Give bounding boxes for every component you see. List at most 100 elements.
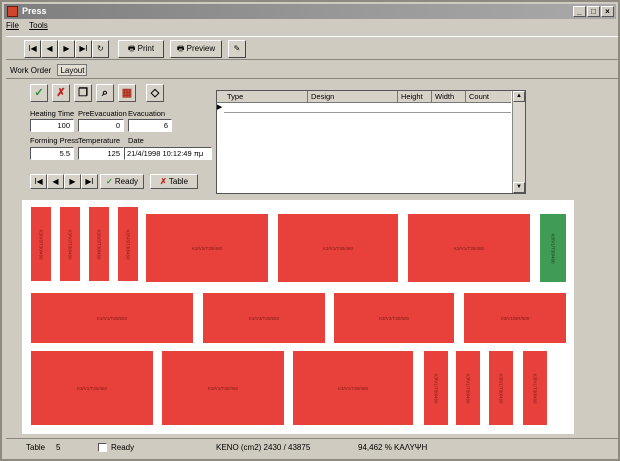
col-type[interactable]: Type xyxy=(224,91,308,102)
nested-part[interactable]: K3/V1/T30/460 xyxy=(278,214,398,282)
nested-part[interactable]: K3/V1/BR/500 xyxy=(464,293,566,343)
first-record-button[interactable]: I◀ xyxy=(24,40,41,58)
grid-scrollbar[interactable]: ▲ ▼ xyxy=(512,91,525,193)
part-label: K3/V1/T30/460 xyxy=(207,385,239,391)
copy-icon[interactable]: ❐ xyxy=(74,84,92,102)
nested-part[interactable]: K3/V1/T30/460 xyxy=(162,351,284,425)
part-label: K3/V3/T30/460 xyxy=(96,228,102,260)
menu-tools[interactable]: Tools xyxy=(29,21,48,30)
last-record-button[interactable]: ▶I xyxy=(75,40,92,58)
printer-icon: 🖶 xyxy=(127,44,138,53)
tab-layout[interactable]: Layout xyxy=(57,64,88,76)
ready-checkbox[interactable] xyxy=(98,443,107,452)
ready-button[interactable]: ✓ Ready xyxy=(100,174,144,189)
ready-button-label: Ready xyxy=(114,177,139,186)
window-title: Press xyxy=(22,6,47,16)
maximize-button[interactable]: □ xyxy=(587,6,600,17)
wrench-icon: ✎ xyxy=(233,44,241,53)
evacuation-field[interactable]: 6 xyxy=(128,119,172,132)
scroll-up-icon[interactable]: ▲ xyxy=(513,91,525,102)
forming-press-label: Forming Press xyxy=(30,136,79,145)
nested-part[interactable]: K3/V3/T30/460 xyxy=(118,207,138,281)
col-design[interactable]: Design xyxy=(308,91,398,102)
col-height[interactable]: Height xyxy=(398,91,432,102)
nested-part[interactable]: K3/V2/T30/460 xyxy=(60,207,80,281)
table-first-button[interactable]: I◀ xyxy=(30,174,47,189)
evacuation-label: Evacuation xyxy=(128,109,166,118)
tab-work-order[interactable]: Work Order xyxy=(8,65,53,77)
row-indicator-icon: ▶ xyxy=(217,104,223,111)
table-button-label: Table xyxy=(168,177,189,186)
toolbar: I◀ ◀ ▶ ▶I ↻ 🖶 Print 🖶 Preview ✎ xyxy=(6,36,618,60)
heating-time-field[interactable]: 100 xyxy=(30,119,74,132)
menu-file[interactable]: File xyxy=(6,21,19,30)
refresh-button[interactable]: ↻ xyxy=(92,40,109,58)
temperature-field[interactable]: 125 xyxy=(78,147,124,160)
part-label: K3/V1/T30/460 xyxy=(337,385,369,391)
next-record-button[interactable]: ▶ xyxy=(58,40,75,58)
app-window: Press _ □ × File Tools I◀ ◀ ▶ ▶I ↻ 🖶 Pri… xyxy=(0,0,620,461)
selected-part[interactable]: K3/V1/T30/460 xyxy=(540,214,566,282)
nested-part[interactable]: K3/V1/T30/460 xyxy=(31,351,153,425)
grid-header: Type Design Height Width Count xyxy=(217,91,513,103)
app-icon xyxy=(7,6,18,17)
nested-part[interactable]: K3/V3/T30/500 xyxy=(203,293,325,343)
date-label: Date xyxy=(128,136,144,145)
table-prev-button[interactable]: ◀ xyxy=(47,174,64,189)
heating-time-label: Heating Time xyxy=(30,109,75,118)
nested-part[interactable]: K3/V1/T30/460 xyxy=(489,351,513,425)
table-button[interactable]: ✗ Table xyxy=(150,174,198,189)
preview-button[interactable]: 🖶 Preview xyxy=(170,40,222,58)
part-label: K3/V1/T30/460 xyxy=(465,372,471,404)
check-icon: ✓ xyxy=(105,177,115,186)
nested-part[interactable]: K3/V3/T30/460 xyxy=(89,207,109,281)
part-label: K3/V3/T30/460 xyxy=(125,228,131,260)
tab-bar: Work Order Layout xyxy=(8,64,89,77)
title-bar[interactable]: Press _ □ × xyxy=(4,4,616,19)
ready-checkbox-label: Ready xyxy=(111,443,135,452)
scroll-down-icon[interactable]: ▼ xyxy=(513,182,525,193)
nested-part[interactable]: K3/V1/T30/460 xyxy=(408,214,530,282)
nested-part[interactable]: K3/V2/T30/500 xyxy=(334,293,454,343)
part-label: K3/V1/T30/460 xyxy=(532,372,538,404)
x-icon: ✗ xyxy=(159,177,169,186)
nesting-layout[interactable]: K3/V3/T30/460 K3/V2/T30/460 K3/V3/T30/460 K… xyxy=(22,200,574,434)
part-label: K3/V1/T30/460 xyxy=(498,372,504,404)
accept-icon[interactable]: ✓ xyxy=(30,84,48,102)
print-button[interactable]: 🖶 Print xyxy=(118,40,164,58)
prev-record-button[interactable]: ◀ xyxy=(41,40,58,58)
parts-grid[interactable]: Type Design Height Width Count ▶ ▲ ▼ xyxy=(216,90,526,194)
cancel-icon[interactable]: ✗ xyxy=(52,84,70,102)
date-field[interactable]: 21/4/1998 10:12:49 πμ xyxy=(124,147,212,160)
nested-part[interactable]: K3/V1/T80/500 xyxy=(31,293,193,343)
nested-part[interactable]: K3/V2/T30/460 xyxy=(146,214,268,282)
print-label: Print xyxy=(137,44,155,53)
nested-part[interactable]: K3/V1/T30/460 xyxy=(456,351,480,425)
part-label: K3/V2/T30/460 xyxy=(67,228,73,260)
eraser-icon[interactable]: ◇ xyxy=(146,84,164,102)
nested-part[interactable]: K3/V1/T30/460 xyxy=(424,351,448,425)
part-label: K3/V1/T30/460 xyxy=(76,385,108,391)
calculator-icon[interactable]: ▦ xyxy=(118,84,136,102)
col-count[interactable]: Count xyxy=(466,91,513,102)
close-button[interactable]: × xyxy=(601,6,614,17)
pre-evacuation-label: PreEvacuation xyxy=(78,109,127,118)
preview-label: Preview xyxy=(186,44,216,53)
table-row[interactable] xyxy=(224,103,511,113)
nested-part[interactable]: K3/V3/T30/460 xyxy=(31,207,51,281)
table-last-button[interactable]: ▶I xyxy=(81,174,98,189)
minimize-button[interactable]: _ xyxy=(573,6,586,17)
part-label: K3/V1/T30/460 xyxy=(322,245,354,251)
part-label: K3/V3/T30/500 xyxy=(248,315,280,321)
nested-part[interactable]: K3/V1/T30/460 xyxy=(293,351,413,425)
table-next-button[interactable]: ▶ xyxy=(64,174,81,189)
nested-part[interactable]: K3/V1/T30/460 xyxy=(523,351,547,425)
tools-icon-button[interactable]: ✎ xyxy=(228,40,246,58)
forming-press-field[interactable]: 5.5 xyxy=(30,147,74,160)
menu-bar: File Tools xyxy=(6,21,56,33)
search-icon[interactable]: ⌕ xyxy=(96,84,114,102)
table-label: Table xyxy=(26,443,46,452)
pre-evacuation-field[interactable]: 0 xyxy=(78,119,124,132)
col-width[interactable]: Width xyxy=(432,91,466,102)
preview-icon: 🖶 xyxy=(176,44,187,53)
